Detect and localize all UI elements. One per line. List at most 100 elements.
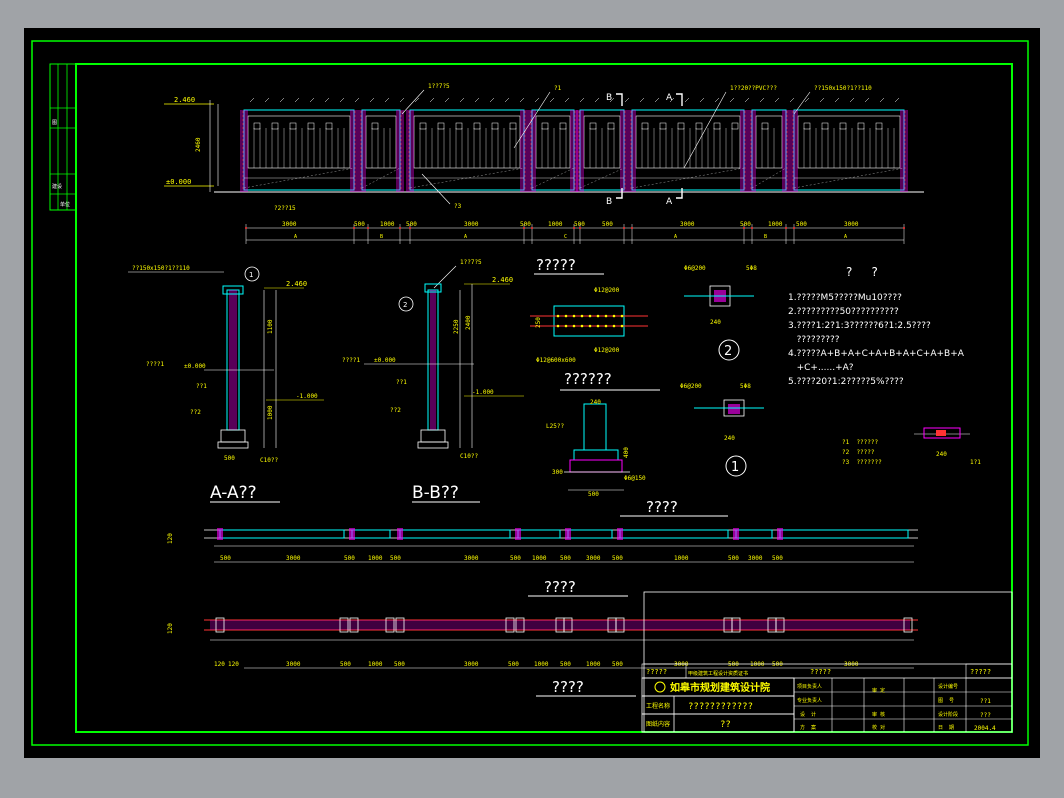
material-legend: ?1 ?????? ?2 ????? ?3 ??????? 1?1 240	[842, 427, 981, 466]
fence-post	[350, 110, 358, 192]
role-label: 专业负责人	[797, 697, 822, 704]
detail-title: ??????	[564, 370, 612, 388]
strip-text: 建设	[52, 183, 62, 190]
callout-label: ?1	[554, 85, 562, 92]
level-top-label: 2.460	[286, 280, 307, 288]
dim-label: 120	[228, 661, 239, 668]
meta-label: 设计阶段	[938, 711, 958, 718]
section-mark-a: A	[666, 93, 673, 103]
level-top-label: 2.460	[492, 276, 513, 284]
fence-post	[520, 110, 528, 192]
dim-label: 500	[354, 221, 365, 228]
section-note: ??2	[390, 407, 401, 414]
note-item: 3.????1:2?1:3??????6?1:2.5????	[788, 321, 931, 331]
axis-label: A	[674, 234, 677, 240]
fence-post	[576, 110, 584, 192]
dim-label: 1000	[380, 221, 395, 228]
meta-label: 设计编号	[938, 683, 958, 690]
fence-post	[748, 110, 756, 192]
strip-text: 单位	[60, 201, 70, 208]
left-signature-strip: 图 建设 单位	[49, 63, 77, 211]
dim-label: 120	[214, 661, 225, 668]
certificate-label: 甲级建筑工程设计资质证书	[688, 670, 748, 677]
plan-post	[565, 528, 571, 540]
node-label: 240	[710, 319, 721, 326]
axis-label: C	[564, 234, 567, 240]
node-number: 2	[724, 344, 732, 359]
footing-label: Φ6@150	[624, 475, 646, 482]
dim-label: 500	[612, 661, 623, 668]
fence-post	[790, 110, 798, 192]
dim-label: 500	[728, 661, 739, 668]
dim-label: 3000	[464, 555, 479, 562]
dim-label: 500	[796, 221, 807, 228]
dim-label: 1000	[548, 221, 563, 228]
fence-post	[900, 110, 908, 192]
dim-label: 3000	[464, 221, 479, 228]
svg-text:2460: 2460	[195, 137, 202, 152]
dim-label: 3000	[586, 555, 601, 562]
dim-label: 3000	[674, 661, 689, 668]
axis-label: A	[844, 234, 847, 240]
axis-label: B	[764, 234, 767, 240]
level-bottom-label: -1.000	[472, 389, 494, 396]
rebar-label: Φ12@600x600	[536, 357, 576, 364]
axis-label: A	[464, 234, 467, 240]
callout-label: ?3	[454, 203, 462, 210]
dim-label: 3000	[844, 221, 859, 228]
node-label: Φ6@200	[684, 265, 706, 272]
section-callout: 1??7?5	[460, 259, 482, 266]
dim-label: 2400	[465, 315, 472, 330]
section-callout: ??150x150?1??110	[132, 265, 190, 272]
plan-segment	[779, 529, 909, 539]
stamp-label: ?????	[646, 668, 667, 676]
fence-post	[358, 110, 366, 192]
dim-label: 3000	[286, 555, 301, 562]
drawing-canvas[interactable]: 图 建设 单位 2.460 ±0.000 2460 1??7?5 ?1 1??2…	[24, 28, 1040, 758]
dim-label: 3000	[680, 221, 695, 228]
cad-drawing: 图 建设 单位 2.460 ±0.000 2460 1??7?5 ?1 1??2…	[31, 40, 1029, 746]
drawing-number: ??1	[980, 698, 991, 705]
footing-label: 400	[623, 447, 630, 458]
rebar-label: 250	[535, 317, 542, 328]
plan-title: ????	[544, 578, 576, 596]
fence-post	[740, 110, 748, 192]
plan-segment	[619, 529, 729, 539]
dim-label: 500	[224, 455, 235, 462]
plan-post	[617, 528, 623, 540]
fence-panels	[240, 97, 908, 192]
plan-post	[349, 528, 355, 540]
plan-segment	[567, 529, 613, 539]
dim-label: 500	[340, 661, 351, 668]
level-zero-label: ±0.000	[374, 357, 396, 364]
dim-label: 3000	[464, 661, 479, 668]
detail-footing: ?????? 240 L25?? 400 300 500 Φ6@150	[546, 370, 660, 498]
section-aa: ??150x150?1??110 1 2.460 ±0.000 -1.000 1…	[128, 265, 324, 503]
detail-rebar: ????? Φ12@200 Φ12@600x600 Φ12@200 250	[530, 256, 648, 364]
dim-label: 1000	[267, 405, 274, 420]
fence-post	[620, 110, 628, 192]
dim-label: 1100	[267, 319, 274, 334]
fence-post	[528, 110, 536, 192]
company-logo-icon	[654, 681, 666, 693]
svg-text:1: 1	[249, 271, 253, 279]
footing-label: L25??	[546, 423, 564, 430]
node-label: Φ6@200	[680, 383, 702, 390]
role-label: 项目负责人	[797, 683, 822, 690]
plan-post	[733, 528, 739, 540]
plan-post	[397, 528, 403, 540]
company-name: 如皋市规划建筑设计院	[670, 681, 770, 694]
section-mark-b: B	[606, 197, 612, 207]
dim-label: 1000	[768, 221, 783, 228]
dim-label: 500	[772, 661, 783, 668]
dim-label: 120	[167, 533, 174, 544]
callout-label: 1??20??PVC???	[730, 85, 777, 92]
plan-title: ????	[552, 678, 584, 696]
plan-segment	[399, 529, 511, 539]
dim-label: 1000	[368, 555, 383, 562]
dim-label: 3000	[844, 661, 859, 668]
meta-label: 日 期	[938, 725, 954, 731]
section-title: A-A??	[210, 483, 257, 503]
dim-label: 3000	[286, 661, 301, 668]
node-label: 5Φ8	[740, 383, 751, 390]
